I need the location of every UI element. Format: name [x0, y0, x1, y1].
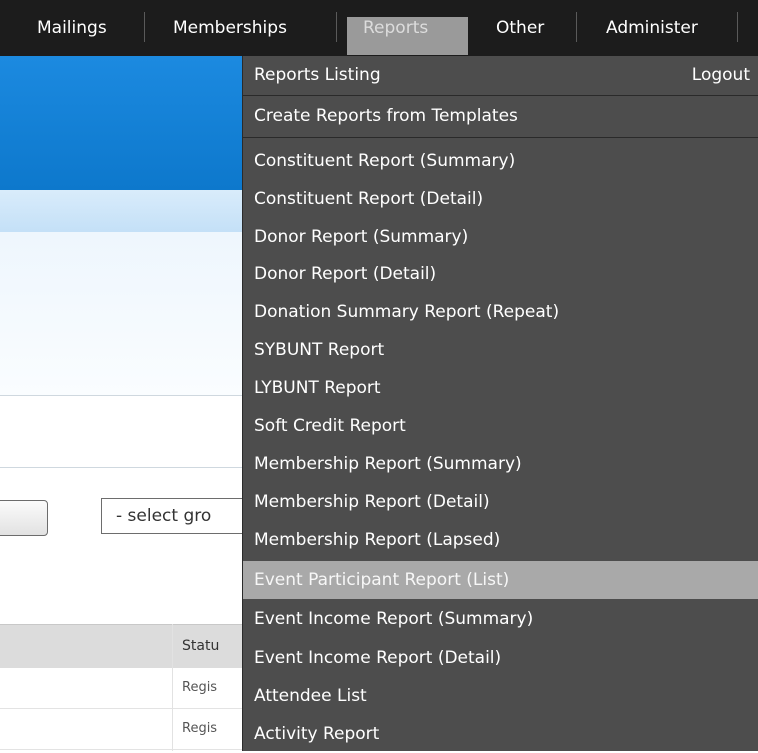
table-row[interactable]: Regis: [0, 709, 242, 750]
nav-item-mailings[interactable]: Mailings: [37, 0, 107, 56]
menu-item-label: Donation Summary Report (Repeat): [254, 302, 560, 322]
menu-item-membership-report-summary[interactable]: Membership Report (Summary): [243, 445, 758, 483]
table-header: Statu: [0, 624, 242, 668]
menu-divider: [243, 137, 758, 138]
search-button[interactable]: [0, 500, 48, 536]
divider: [0, 467, 242, 468]
menu-item-membership-report-detail[interactable]: Membership Report (Detail): [243, 483, 758, 521]
menu-item-donor-report-detail[interactable]: Donor Report (Detail): [243, 255, 758, 293]
menu-item-constituent-report-detail[interactable]: Constituent Report (Detail): [243, 180, 758, 218]
menu-item-lybunt-report[interactable]: LYBUNT Report: [243, 369, 758, 407]
table-row[interactable]: Regis: [0, 668, 242, 709]
menu-divider: [243, 95, 758, 96]
menu-item-label: Attendee List: [254, 686, 367, 706]
menu-item-event-income-report-detail[interactable]: Event Income Report (Detail): [243, 639, 758, 677]
menu-item-attendee-list[interactable]: Attendee List: [243, 677, 758, 715]
status-cell: Regis: [182, 680, 218, 695]
nav-separator: [737, 12, 738, 42]
menu-item-label: Soft Credit Report: [254, 416, 406, 436]
menu-item-event-participant-report-list[interactable]: Event Participant Report (List): [243, 561, 758, 599]
menu-item-label: Create Reports from Templates: [254, 106, 518, 126]
menu-item-label: Donor Report (Summary): [254, 227, 469, 247]
top-nav-bar: Mailings Memberships Reports Other Admin…: [0, 0, 758, 56]
menu-item-reports-listing[interactable]: Reports Listing: [243, 56, 758, 94]
menu-item-label: Membership Report (Lapsed): [254, 530, 501, 550]
menu-item-label: Event Income Report (Summary): [254, 609, 534, 629]
nav-separator: [576, 12, 577, 42]
menu-item-label: LYBUNT Report: [254, 378, 381, 398]
menu-item-label: Membership Report (Summary): [254, 454, 522, 474]
menu-item-membership-report-lapsed[interactable]: Membership Report (Lapsed): [243, 521, 758, 559]
menu-item-label: Activity Report: [254, 724, 380, 744]
page-content-area: [0, 232, 242, 395]
nav-item-memberships[interactable]: Memberships: [173, 0, 287, 56]
menu-item-label: Constituent Report (Summary): [254, 151, 516, 171]
menu-item-constituent-report-summary[interactable]: Constituent Report (Summary): [243, 142, 758, 180]
menu-item-label: Reports Listing: [254, 65, 381, 85]
menu-item-label: Membership Report (Detail): [254, 492, 490, 512]
menu-item-activity-report[interactable]: Activity Report: [243, 715, 758, 753]
menu-item-label: Constituent Report (Detail): [254, 189, 484, 209]
menu-item-label: Event Income Report (Detail): [254, 648, 502, 668]
status-cell: Regis: [182, 721, 218, 736]
menu-item-label: SYBUNT Report: [254, 340, 385, 360]
reports-dropdown-menu: Reports Listing Logout Create Reports fr…: [242, 56, 758, 751]
nav-item-reports[interactable]: Reports: [363, 0, 428, 56]
menu-item-donor-report-summary[interactable]: Donor Report (Summary): [243, 218, 758, 256]
divider: [0, 395, 242, 396]
menu-item-label: Event Participant Report (List): [254, 570, 510, 590]
status-column-header[interactable]: Statu: [182, 625, 242, 668]
menu-item-event-income-report-summary[interactable]: Event Income Report (Summary): [243, 600, 758, 638]
menu-item-soft-credit-report[interactable]: Soft Credit Report: [243, 407, 758, 445]
menu-item-donation-summary-report-repeat[interactable]: Donation Summary Report (Repeat): [243, 293, 758, 331]
nav-item-administer[interactable]: Administer: [606, 0, 698, 56]
nav-item-other[interactable]: Other: [496, 0, 544, 56]
column-divider: [172, 624, 173, 751]
menu-item-sybunt-report[interactable]: SYBUNT Report: [243, 331, 758, 369]
group-select[interactable]: - select gro: [101, 498, 242, 534]
page-subheader-band: [0, 190, 242, 232]
page-header-banner: [0, 56, 242, 190]
nav-separator: [144, 12, 145, 42]
nav-separator: [336, 12, 337, 42]
menu-item-label: Donor Report (Detail): [254, 264, 437, 284]
menu-item-create-reports-from-templates[interactable]: Create Reports from Templates: [243, 97, 758, 135]
logout-link[interactable]: Logout: [692, 56, 750, 94]
